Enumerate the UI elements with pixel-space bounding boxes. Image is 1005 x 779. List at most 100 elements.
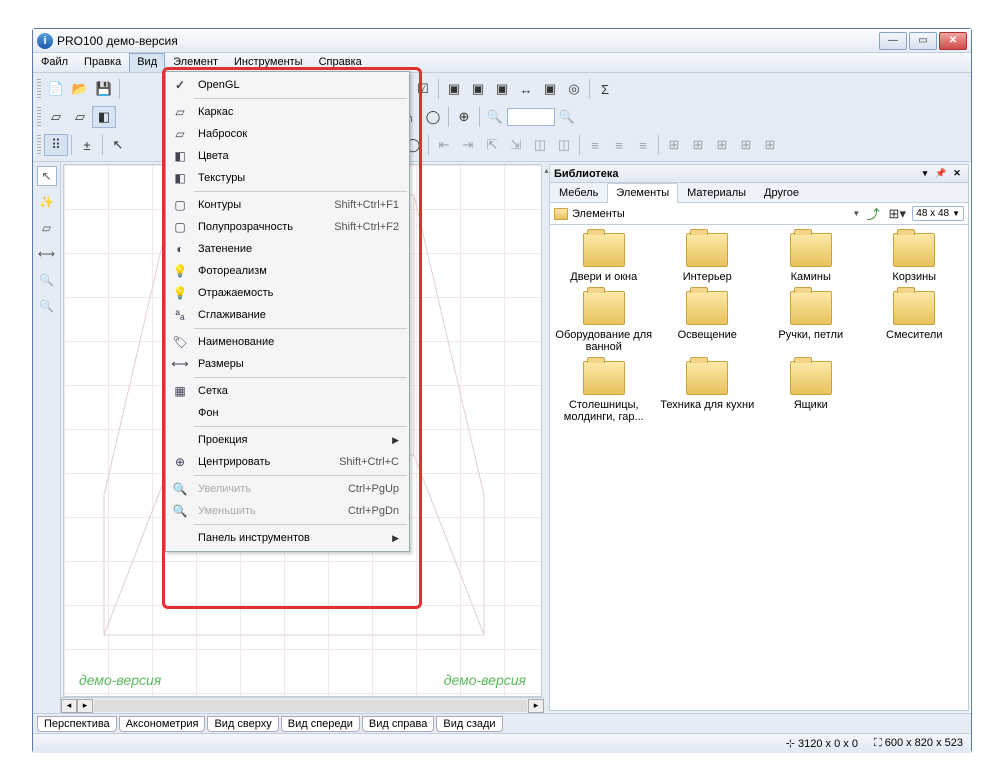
menu-item-центрировать[interactable]: ⊕ЦентрироватьShift+Ctrl+C (166, 451, 409, 473)
pm-icon[interactable]: ± (75, 134, 99, 156)
tab-materials[interactable]: Материалы (678, 183, 755, 202)
statusbar: ⊹ 3120 x 0 x 0 ⛶ 600 x 820 x 523 (33, 733, 971, 753)
dots-icon[interactable]: ⠿ (44, 134, 68, 156)
dim2-icon[interactable]: ⟷ (37, 244, 57, 264)
maximize-button[interactable]: ▭ (909, 32, 937, 50)
tab-elements[interactable]: Элементы (607, 183, 678, 203)
target-icon[interactable]: ⊕ (452, 106, 476, 128)
c2-icon: ⊞ (686, 134, 710, 156)
menu-item-затенение[interactable]: ◐Затенение (166, 238, 409, 260)
folder-интерьер[interactable]: Интерьер (658, 233, 758, 283)
folder-оборудование-для-ванной[interactable]: Оборудование для ванной (554, 291, 654, 353)
tool4-icon[interactable]: ▣ (538, 78, 562, 100)
menu-item-проекция[interactable]: Проекция▶ (166, 429, 409, 451)
menu-tools[interactable]: Инструменты (226, 53, 311, 72)
folder-столешницы-молдинги-гар-[interactable]: Столешницы, молдинги, гар... (554, 361, 654, 423)
dim-icon[interactable]: ↔ (514, 78, 538, 100)
pointer-icon[interactable]: ↖ (37, 166, 57, 186)
light-icon[interactable]: ✨ (37, 192, 57, 212)
snap-icon[interactable]: ◯ (421, 106, 445, 128)
left-toolbar: ↖ ✨ ▱ ⟷ 🔍 🔍 (33, 162, 61, 713)
vtab-top[interactable]: Вид сверху (207, 716, 278, 732)
cursor-icon[interactable]: ↖ (106, 134, 130, 156)
menu-item-набросок[interactable]: ▱Набросок (166, 123, 409, 145)
folder-корзины[interactable]: Корзины (865, 233, 965, 283)
open-icon[interactable]: 📂 (68, 78, 92, 100)
al5-icon: ◫ (528, 134, 552, 156)
ring-icon[interactable]: ◎ (562, 78, 586, 100)
al6-icon: ◫ (552, 134, 576, 156)
vtab-back[interactable]: Вид сзади (436, 716, 502, 732)
menu-item-текстуры[interactable]: ◧Текстуры (166, 167, 409, 189)
view-menu-dropdown: ✓OpenGL ▱Каркас▱Набросок◧Цвета◧Текстуры ▢К… (165, 71, 410, 552)
cube2-icon[interactable]: ▱ (68, 106, 92, 128)
menu-item-размеры[interactable]: ⟷Размеры (166, 353, 409, 375)
lib-close-icon[interactable]: ✕ (950, 167, 964, 181)
folder-смесители[interactable]: Смесители (865, 291, 965, 353)
tab-other[interactable]: Другое (755, 183, 808, 202)
thumb-size[interactable]: 48 x 48▼ (912, 206, 964, 221)
minimize-button[interactable]: — (879, 32, 907, 50)
status-size: ⛶ 600 x 820 x 523 (874, 737, 963, 750)
folder-ящики[interactable]: Ящики (761, 361, 861, 423)
new-icon[interactable]: 📄 (44, 78, 68, 100)
zoom-field[interactable] (507, 108, 555, 126)
path-name[interactable]: Элементы (572, 208, 848, 220)
window-title: PRO100 демо-версия (57, 34, 879, 48)
menu-edit[interactable]: Правка (76, 53, 129, 72)
lib-menu-icon[interactable]: ▾ (918, 167, 932, 181)
c5-icon: ⊞ (758, 134, 782, 156)
vtab-right[interactable]: Вид справа (362, 716, 435, 732)
menu-element[interactable]: Элемент (165, 53, 226, 72)
folder-освещение[interactable]: Освещение (658, 291, 758, 353)
tool3-icon[interactable]: ▣ (490, 78, 514, 100)
h-scrollbar[interactable]: ◂▸ ▸ (61, 697, 544, 713)
close-button[interactable]: ✕ (939, 32, 967, 50)
save-icon[interactable]: 💾 (92, 78, 116, 100)
watermark-left: демо-версия (79, 672, 161, 688)
vtab-axonometry[interactable]: Аксонометрия (119, 716, 206, 732)
folder-двери-и-окна[interactable]: Двери и окна (554, 233, 654, 283)
vtab-perspective[interactable]: Перспектива (37, 716, 117, 732)
menu-item-фотореализм[interactable]: 💡Фотореализм (166, 260, 409, 282)
vtab-front[interactable]: Вид спереди (281, 716, 360, 732)
c1-icon: ⊞ (662, 134, 686, 156)
tool-icon[interactable]: ▣ (442, 78, 466, 100)
menu-item-фон[interactable]: Фон (166, 402, 409, 424)
check-icon[interactable]: ☑ (411, 78, 435, 100)
menu-item-панель-инструментов[interactable]: Панель инструментов▶ (166, 527, 409, 549)
folder-камины[interactable]: Камины (761, 233, 861, 283)
path-dropdown-icon[interactable]: ▼ (852, 209, 860, 218)
sigma-icon[interactable]: Σ (593, 78, 617, 100)
c3-icon: ⊞ (710, 134, 734, 156)
shape-icon[interactable]: ▱ (37, 218, 57, 238)
view-mode-icon[interactable]: ⊞▾ (886, 203, 908, 225)
cube3-icon[interactable]: ◧ (92, 106, 116, 128)
lib-pin-icon[interactable]: 📌 (934, 167, 948, 181)
tab-furniture[interactable]: Мебель (550, 183, 607, 202)
menu-item-цвета[interactable]: ◧Цвета (166, 145, 409, 167)
menu-item-каркас[interactable]: ▱Каркас (166, 101, 409, 123)
folder-icon (554, 208, 568, 220)
zoom-icon: 🔍 (483, 106, 507, 128)
library-path-bar: Элементы ▼ ⤴ ⊞▾ 48 x 48▼ (550, 203, 968, 225)
menu-help[interactable]: Справка (311, 53, 370, 72)
cube1-icon[interactable]: ▱ (44, 106, 68, 128)
zoom2-icon: 🔍 (555, 106, 579, 128)
menu-item-opengl[interactable]: ✓OpenGL (166, 74, 409, 96)
up-folder-icon[interactable]: ⤴ (864, 203, 882, 225)
menu-item-наименование[interactable]: 🏷Наименование (166, 331, 409, 353)
menu-item-сглаживание[interactable]: ªₐСглаживание (166, 304, 409, 326)
menu-view[interactable]: Вид (129, 53, 165, 72)
tool2-icon[interactable]: ▣ (466, 78, 490, 100)
al1-icon: ⇤ (432, 134, 456, 156)
menu-item-сетка[interactable]: ▦Сетка (166, 380, 409, 402)
watermark-right: демо-версия (444, 672, 526, 688)
menu-item-контуры[interactable]: ▢КонтурыShift+Ctrl+F1 (166, 194, 409, 216)
folder-ручки-петли[interactable]: Ручки, петли (761, 291, 861, 353)
menu-item-отражаемость[interactable]: 💡Отражаемость (166, 282, 409, 304)
app-window: i PRO100 демо-версия — ▭ ✕ Файл Правка В… (32, 28, 972, 753)
menu-item-полупрозрачность[interactable]: ▢ПолупрозрачностьShift+Ctrl+F2 (166, 216, 409, 238)
folder-техника-для-кухни[interactable]: Техника для кухни (658, 361, 758, 423)
menu-file[interactable]: Файл (33, 53, 76, 72)
